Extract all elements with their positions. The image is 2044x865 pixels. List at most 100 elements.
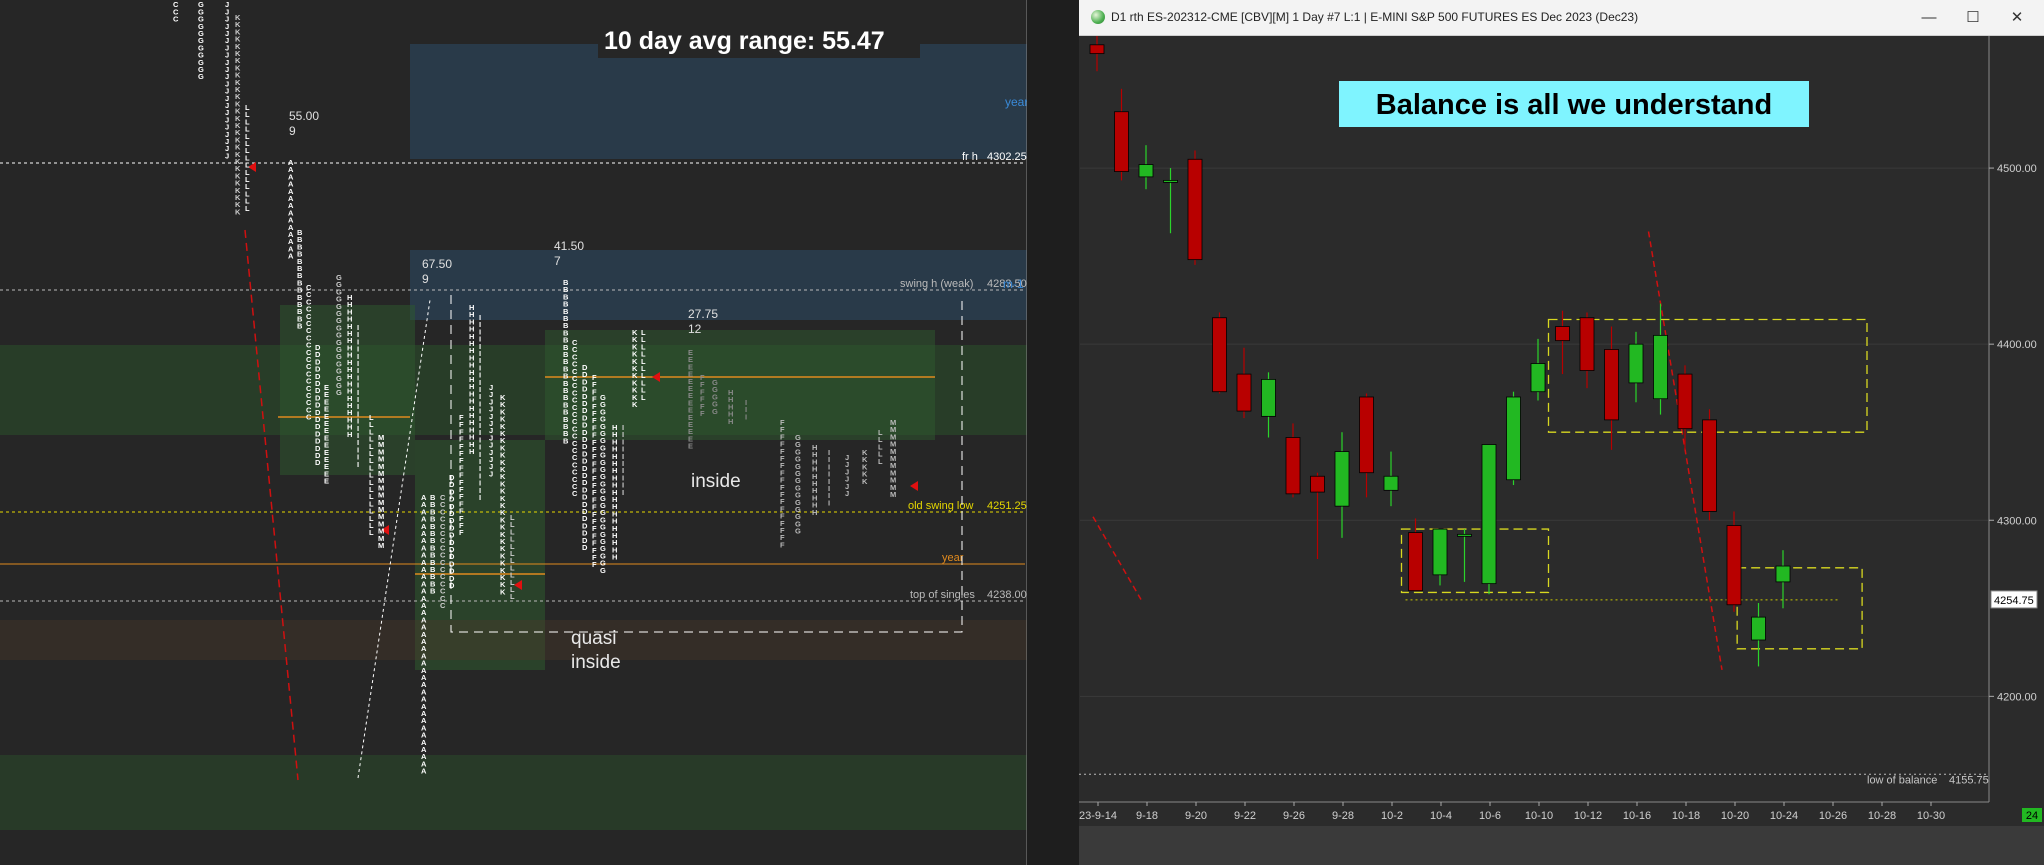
x-tick-label: 10-24 bbox=[1770, 810, 1798, 822]
candlestick-chart[interactable]: 4500.00 4400.00 4300.00 4200.00 4254.75 low o… bbox=[1079, 36, 2044, 826]
tpo-letter: H bbox=[469, 447, 474, 456]
candle-body bbox=[1457, 533, 1472, 537]
x-tick-label: 10-26 bbox=[1819, 810, 1847, 822]
tpo-letter: C bbox=[306, 413, 312, 422]
tpo-letter: E bbox=[324, 477, 329, 486]
tpo-chart-panel: 4300.004255.004250.004200.00fr h4302.25s… bbox=[0, 0, 1027, 865]
range-value: 41.50 bbox=[554, 239, 584, 253]
app-globe-icon bbox=[1091, 10, 1105, 24]
candlestick-window: D1 rth ES-202312-CME [CBV][M] 1 Day #7 L… bbox=[1079, 0, 2044, 865]
tpo-letter: A bbox=[421, 767, 427, 776]
tpo-letter: D bbox=[582, 543, 588, 552]
chart-title: Balance is all we understand bbox=[1376, 89, 1772, 121]
tpo-letter: H bbox=[347, 430, 352, 439]
tpo-letter: I bbox=[479, 493, 481, 502]
tpo-letter: B bbox=[297, 322, 303, 331]
window-title: D1 rth ES-202312-CME [CBV][M] 1 Day #7 L… bbox=[1111, 10, 1639, 24]
range-value: 55.00 bbox=[289, 109, 319, 123]
window-titlebar[interactable]: D1 rth ES-202312-CME [CBV][M] 1 Day #7 L… bbox=[1079, 0, 2044, 36]
tpo-letter: F bbox=[780, 540, 785, 549]
x-tick-label: 10-4 bbox=[1430, 810, 1452, 822]
candle-body bbox=[1334, 451, 1350, 507]
tpo-letter: C bbox=[572, 489, 578, 498]
tpo-letter: B bbox=[563, 436, 569, 445]
tpo-letter: K bbox=[632, 400, 638, 409]
tpo-letter: I bbox=[357, 460, 359, 469]
tpo-letter: G bbox=[795, 527, 801, 536]
avg-range-label: 10 day avg range: 55.47 bbox=[604, 27, 885, 55]
y-tick-label: 4200.00 bbox=[1997, 691, 2037, 703]
x-tick-label: 10-30 bbox=[1917, 810, 1945, 822]
x-tick-label: 10-28 bbox=[1868, 810, 1896, 822]
x-tick-label: 10-2 bbox=[1381, 810, 1403, 822]
range-count: 9 bbox=[289, 124, 296, 138]
x-tick-label: 9-22 bbox=[1234, 810, 1256, 822]
tpo-chart[interactable]: 4300.004255.004250.004200.00fr h4302.25s… bbox=[0, 0, 1027, 865]
candle-body bbox=[1653, 334, 1668, 400]
y-tick-label: 4500.00 bbox=[1997, 163, 2037, 175]
x-tick-label: 10-16 bbox=[1623, 810, 1651, 822]
year-value-zone bbox=[410, 44, 1027, 159]
candle-body bbox=[1383, 475, 1399, 491]
tpo-letter: H bbox=[812, 508, 817, 517]
tpo-letter: I bbox=[828, 498, 830, 507]
tpo-letter: I bbox=[745, 412, 747, 421]
range-count: 9 bbox=[422, 272, 429, 286]
tpo-letter: J bbox=[489, 469, 493, 478]
maximize-button[interactable]: ☐ bbox=[1951, 5, 1995, 31]
annotation-quasi: quasi bbox=[571, 628, 616, 649]
chart-background bbox=[1079, 36, 2044, 826]
candle-body bbox=[1114, 111, 1129, 172]
tpo-letter: C bbox=[173, 15, 179, 24]
candle-body bbox=[1702, 419, 1717, 512]
candle-body bbox=[1579, 317, 1595, 371]
low-of-balance-label: low of balance bbox=[1867, 774, 1937, 786]
tpo-letter: G bbox=[600, 566, 606, 575]
tpo-letter: B bbox=[430, 587, 436, 596]
y-tick-label: 4400.00 bbox=[1997, 339, 2037, 351]
tpo-letter: L bbox=[369, 528, 374, 537]
x-tick-label: 9-26 bbox=[1283, 810, 1305, 822]
level-value: 4302.25 bbox=[987, 151, 1027, 163]
bottom-status-strip bbox=[1079, 826, 2044, 865]
range-count: 7 bbox=[554, 254, 561, 268]
candle-body bbox=[1555, 326, 1570, 342]
candle-body bbox=[1530, 363, 1546, 393]
level-label: top of singles bbox=[910, 589, 975, 601]
close-button[interactable]: ✕ bbox=[1995, 5, 2039, 31]
tpo-letter: F bbox=[700, 409, 705, 418]
candle-body bbox=[1751, 616, 1766, 641]
tpo-letter: L bbox=[245, 204, 250, 213]
tpo-letter: E bbox=[688, 442, 693, 451]
value-area-zone bbox=[0, 755, 1027, 830]
candle-body bbox=[1138, 164, 1154, 178]
candle-body bbox=[1187, 158, 1203, 261]
tpo-letter: J bbox=[225, 151, 229, 160]
tpo-letter: G bbox=[712, 407, 718, 416]
candle-body bbox=[1481, 444, 1497, 585]
candle-body bbox=[1628, 343, 1644, 384]
level-label: year bbox=[942, 552, 964, 564]
level-label: old swing low bbox=[908, 500, 973, 512]
tpo-letter: G bbox=[198, 72, 204, 81]
tpo-letter: H bbox=[728, 417, 733, 426]
minimize-button[interactable]: — bbox=[1907, 5, 1951, 31]
candle-body bbox=[1212, 317, 1227, 393]
x-tick-label: 10-18 bbox=[1672, 810, 1700, 822]
x-tick-label: 9-18 bbox=[1136, 810, 1158, 822]
level-value: 4238.00 bbox=[987, 589, 1027, 601]
candle-body bbox=[1726, 525, 1742, 606]
tpo-letter: C bbox=[440, 601, 446, 610]
tpo-letter: I bbox=[622, 488, 624, 497]
zone-label: year bbox=[1005, 95, 1027, 109]
current-price-label: 4254.75 bbox=[1994, 595, 2034, 607]
tpo-letter: L bbox=[641, 393, 646, 402]
candle-body bbox=[1677, 373, 1693, 430]
candle-body bbox=[1775, 565, 1791, 583]
level-label: fr h bbox=[962, 151, 978, 163]
level-value: 4251.25 bbox=[987, 500, 1027, 512]
x-tick-label: 10-10 bbox=[1525, 810, 1553, 822]
candle-body bbox=[1285, 437, 1301, 495]
tpo-letter: L bbox=[878, 457, 883, 466]
singles-zone bbox=[0, 620, 1027, 660]
